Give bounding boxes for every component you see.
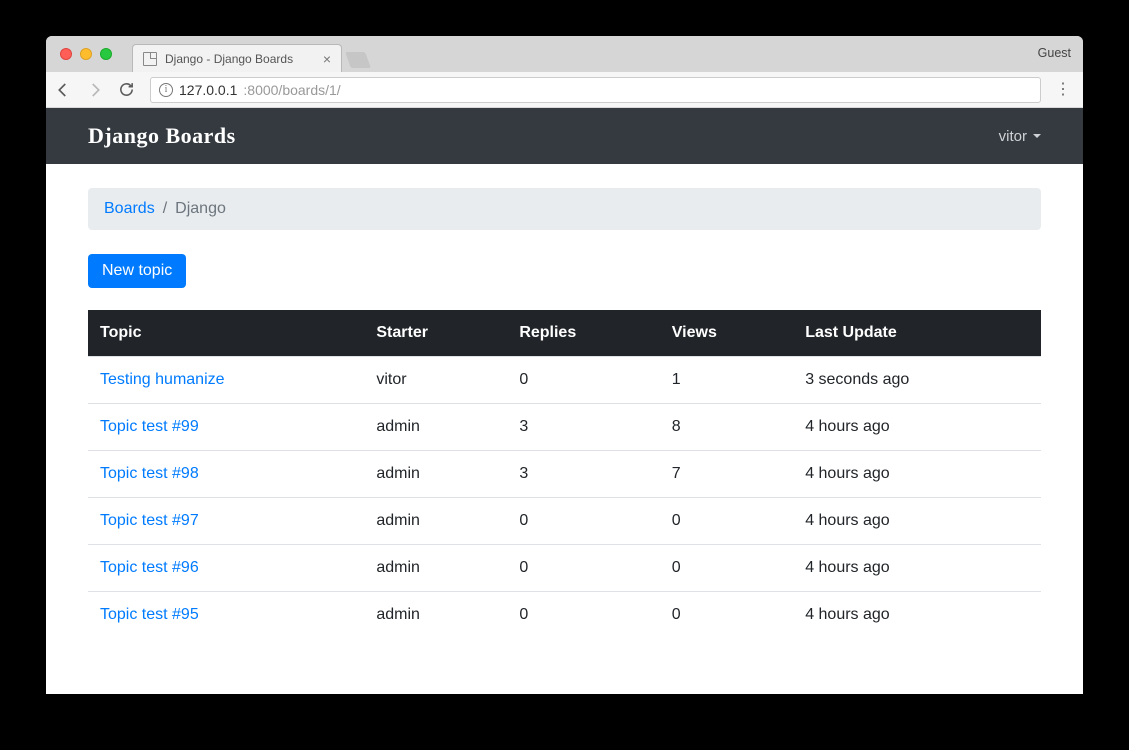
cell-starter: admin — [364, 404, 507, 451]
caret-down-icon — [1033, 134, 1041, 138]
topic-link[interactable]: Topic test #97 — [100, 512, 199, 529]
window-controls — [54, 48, 118, 60]
cell-views: 1 — [660, 357, 793, 404]
topic-link[interactable]: Topic test #96 — [100, 559, 199, 576]
cell-starter: admin — [364, 592, 507, 639]
profile-label[interactable]: Guest — [1038, 46, 1071, 60]
forward-button[interactable] — [86, 81, 108, 99]
cell-last-update: 4 hours ago — [793, 498, 1041, 545]
table-header-row: Topic Starter Replies Views Last Update — [88, 310, 1041, 357]
table-row: Topic test #95admin004 hours ago — [88, 592, 1041, 639]
col-starter: Starter — [364, 310, 507, 357]
breadcrumb-separator: / — [163, 200, 167, 218]
cell-starter: admin — [364, 498, 507, 545]
new-tab-button[interactable] — [345, 52, 371, 68]
back-button[interactable] — [54, 81, 76, 99]
url-path: :8000/boards/1/ — [243, 82, 340, 98]
minimize-window-button[interactable] — [80, 48, 92, 60]
topics-table: Topic Starter Replies Views Last Update … — [88, 310, 1041, 638]
address-bar[interactable]: i 127.0.0.1 :8000/boards/1/ — [150, 77, 1041, 103]
cell-views: 7 — [660, 451, 793, 498]
tab-close-icon[interactable]: × — [323, 51, 331, 67]
maximize-window-button[interactable] — [100, 48, 112, 60]
breadcrumb-boards-link[interactable]: Boards — [104, 200, 155, 218]
col-last-update: Last Update — [793, 310, 1041, 357]
cell-replies: 3 — [507, 404, 659, 451]
col-topic: Topic — [88, 310, 364, 357]
browser-tab[interactable]: Django - Django Boards × — [132, 44, 342, 72]
cell-views: 8 — [660, 404, 793, 451]
cell-views: 0 — [660, 545, 793, 592]
cell-starter: admin — [364, 451, 507, 498]
cell-last-update: 4 hours ago — [793, 404, 1041, 451]
user-menu[interactable]: vitor — [999, 128, 1041, 145]
topic-link[interactable]: Topic test #99 — [100, 418, 199, 435]
cell-replies: 0 — [507, 545, 659, 592]
cell-replies: 3 — [507, 451, 659, 498]
breadcrumb-current: Django — [175, 200, 226, 218]
close-window-button[interactable] — [60, 48, 72, 60]
page-favicon-icon — [143, 52, 157, 66]
cell-last-update: 3 seconds ago — [793, 357, 1041, 404]
table-row: Topic test #98 admin374 hours ago — [88, 451, 1041, 498]
tab-strip: Django - Django Boards × Guest — [46, 36, 1083, 72]
table-row: Topic test #97admin004 hours ago — [88, 498, 1041, 545]
reload-button[interactable] — [118, 81, 140, 98]
cell-replies: 0 — [507, 357, 659, 404]
browser-menu-button[interactable]: ⋮ — [1051, 82, 1075, 98]
cell-starter: admin — [364, 545, 507, 592]
browser-toolbar: i 127.0.0.1 :8000/boards/1/ ⋮ — [46, 72, 1083, 108]
topic-link[interactable]: Topic test #95 — [100, 606, 199, 623]
user-menu-label: vitor — [999, 128, 1027, 145]
tab-title: Django - Django Boards — [165, 52, 293, 66]
table-row: Topic test #99 admin384 hours ago — [88, 404, 1041, 451]
cell-starter: vitor — [364, 357, 507, 404]
table-row: Topic test #96admin004 hours ago — [88, 545, 1041, 592]
cell-last-update: 4 hours ago — [793, 592, 1041, 639]
cell-last-update: 4 hours ago — [793, 451, 1041, 498]
browser-window: Django - Django Boards × Guest i 127.0.0… — [46, 36, 1083, 694]
cell-replies: 0 — [507, 498, 659, 545]
app-navbar: Django Boards vitor — [46, 108, 1083, 164]
cell-last-update: 4 hours ago — [793, 545, 1041, 592]
cell-replies: 0 — [507, 592, 659, 639]
topic-link[interactable]: Topic test #98 — [100, 465, 199, 482]
cell-views: 0 — [660, 498, 793, 545]
url-host: 127.0.0.1 — [179, 82, 237, 98]
col-replies: Replies — [507, 310, 659, 357]
breadcrumb: Boards / Django — [88, 188, 1041, 230]
topic-link[interactable]: Testing humanize — [100, 371, 225, 388]
page-container: Boards / Django New topic Topic Starter … — [46, 164, 1083, 694]
new-topic-button[interactable]: New topic — [88, 254, 186, 288]
site-info-icon[interactable]: i — [159, 83, 173, 97]
brand-logo[interactable]: Django Boards — [88, 123, 236, 149]
cell-views: 0 — [660, 592, 793, 639]
table-row: Testing humanize vitor013 seconds ago — [88, 357, 1041, 404]
col-views: Views — [660, 310, 793, 357]
